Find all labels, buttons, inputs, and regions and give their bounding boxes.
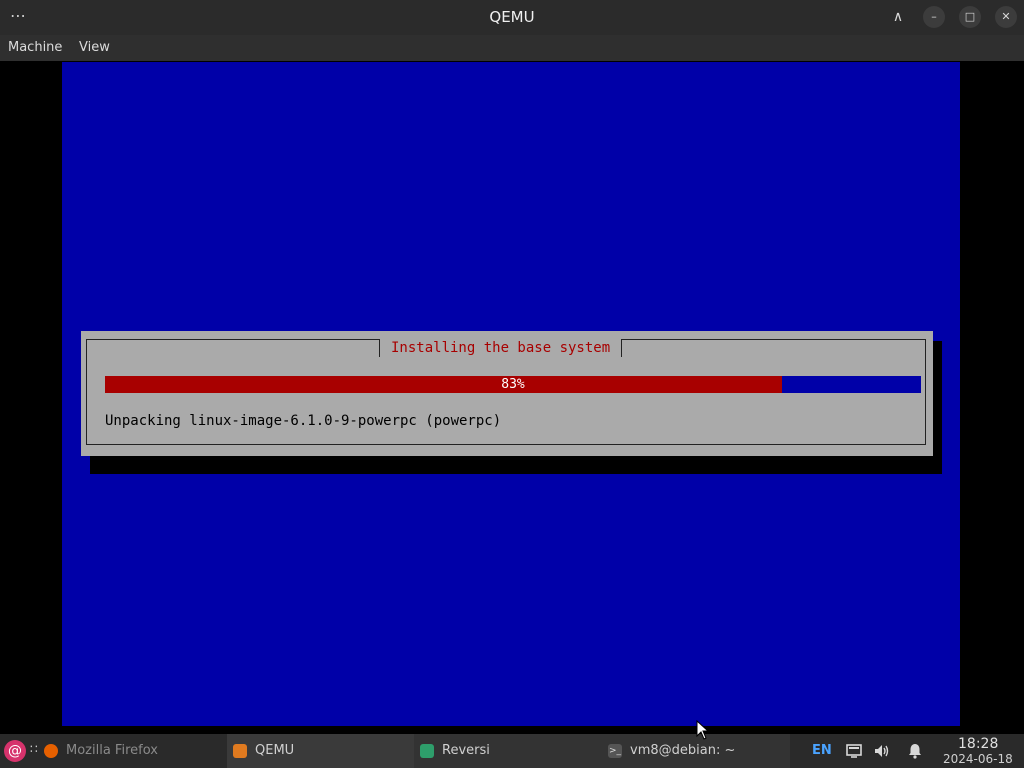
debian-start-icon[interactable]: @ bbox=[4, 740, 26, 762]
window-titlebar: ⋯ QEMU ∧ – □ ✕ bbox=[0, 0, 1024, 35]
installer-dialog: Installing the base system 83% Unpacking… bbox=[81, 331, 933, 456]
chevron-up-icon[interactable]: ∧ bbox=[887, 6, 909, 28]
maximize-button[interactable]: □ bbox=[959, 6, 981, 28]
task-reversi[interactable]: Reversi bbox=[414, 734, 602, 768]
installer-screen[interactable]: Installing the base system 83% Unpacking… bbox=[62, 62, 960, 726]
progress-label: 83% bbox=[501, 377, 525, 392]
menubar: Machine View bbox=[0, 35, 1024, 61]
firefox-icon bbox=[44, 744, 58, 758]
clock-time[interactable]: 18:28 bbox=[958, 736, 998, 752]
task-label: QEMU bbox=[255, 743, 295, 758]
display-icon[interactable] bbox=[845, 742, 863, 760]
reversi-icon bbox=[420, 744, 434, 758]
task-label: vm8@debian: ~ bbox=[630, 743, 736, 758]
volume-icon[interactable] bbox=[873, 742, 891, 760]
window-title: QEMU bbox=[489, 8, 535, 26]
menu-view[interactable]: View bbox=[79, 40, 110, 55]
apps-grid-icon[interactable]: ∷ bbox=[30, 742, 38, 756]
dialog-title: Installing the base system bbox=[379, 339, 623, 357]
task-qemu[interactable]: QEMU bbox=[227, 734, 414, 768]
status-text: Unpacking linux-image-6.1.0-9-powerpc (p… bbox=[105, 413, 502, 429]
terminal-icon: >_ bbox=[608, 744, 622, 758]
notification-bell-icon[interactable] bbox=[906, 742, 924, 760]
task-label: Mozilla Firefox bbox=[66, 743, 158, 758]
minimize-button[interactable]: – bbox=[923, 6, 945, 28]
progress-bar: 83% bbox=[105, 376, 921, 393]
task-firefox[interactable]: Mozilla Firefox bbox=[38, 734, 226, 768]
clock-date: 2024-06-18 bbox=[943, 752, 1013, 766]
close-button[interactable]: ✕ bbox=[995, 6, 1017, 28]
vm-display[interactable]: Installing the base system 83% Unpacking… bbox=[0, 61, 1024, 734]
keyboard-layout-indicator[interactable]: EN bbox=[812, 743, 832, 758]
qemu-icon bbox=[233, 744, 247, 758]
mouse-cursor-icon bbox=[696, 720, 710, 740]
task-label: Reversi bbox=[442, 743, 490, 758]
menu-machine[interactable]: Machine bbox=[8, 40, 62, 55]
taskbar: @ ∷ Mozilla Firefox QEMU Reversi >_ vm8@… bbox=[0, 734, 1024, 768]
dialog-frame: Installing the base system 83% Unpacking… bbox=[86, 339, 926, 445]
